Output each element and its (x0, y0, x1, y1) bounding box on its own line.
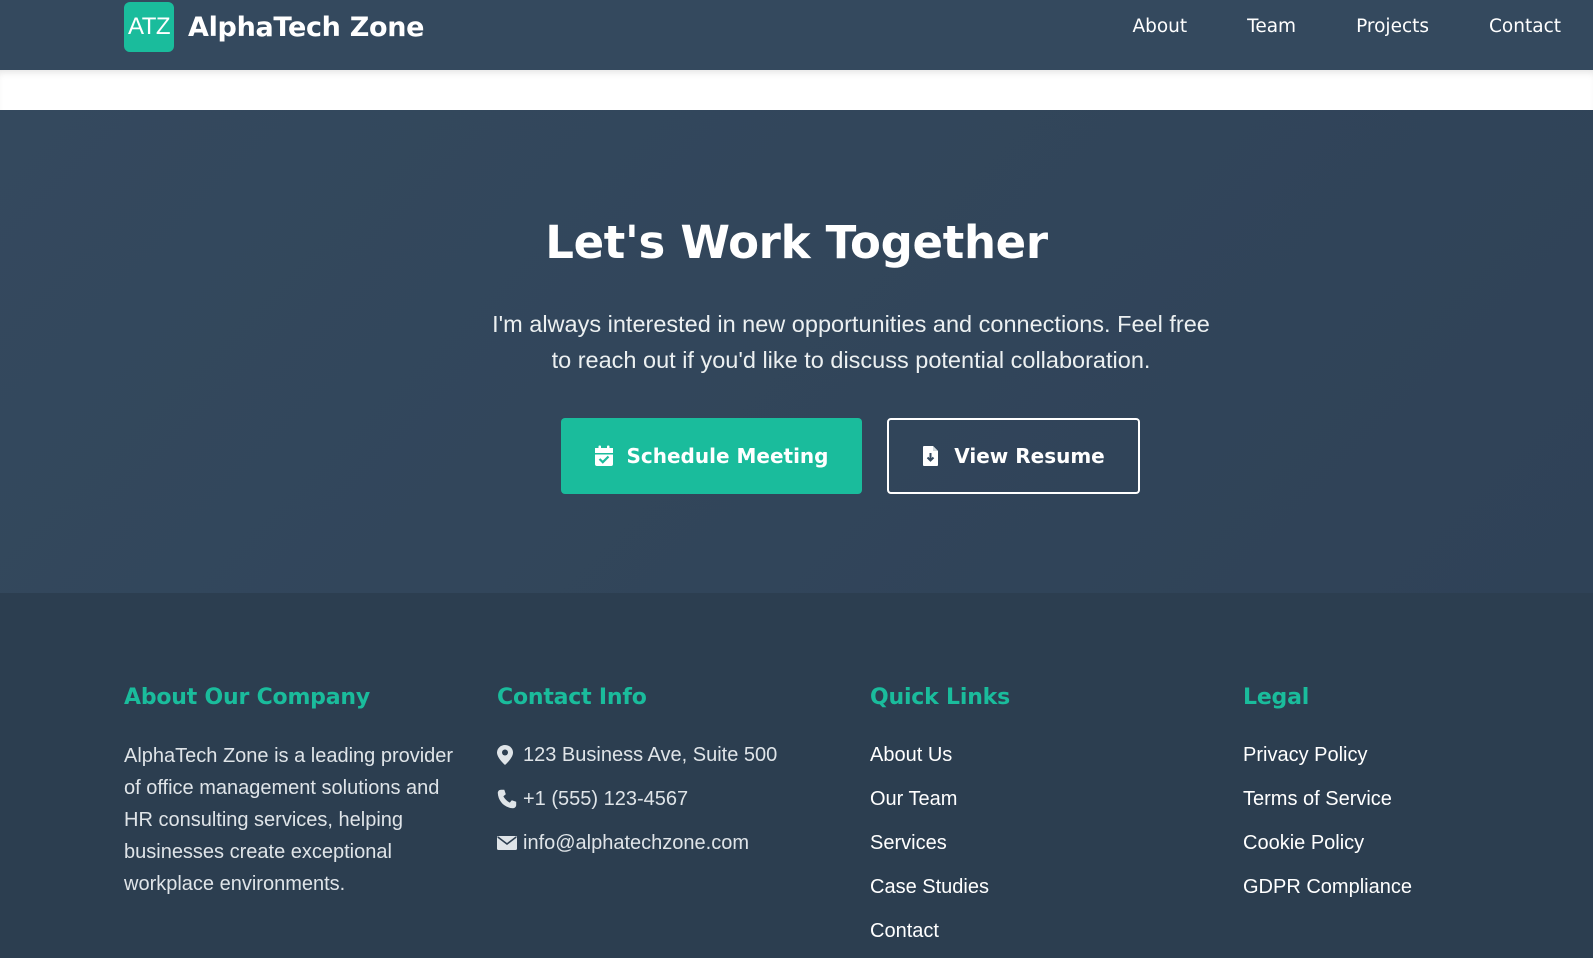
footer-link-terms-of-service[interactable]: Terms of Service (1243, 788, 1392, 811)
list-item: Contact (870, 909, 1210, 953)
footer-quick-links-title: Quick Links (870, 685, 1010, 710)
brand-name: AlphaTech Zone (188, 11, 425, 43)
list-item: GDPR Compliance (1243, 865, 1583, 909)
footer-link-gdpr-compliance[interactable]: GDPR Compliance (1243, 876, 1412, 899)
contact-email-text[interactable]: info@alphatechzone.com (523, 832, 749, 855)
footer-about-column: About Our Company AlphaTech Zone is a le… (124, 685, 464, 900)
contact-address-text: 123 Business Ave, Suite 500 (523, 743, 778, 766)
contact-phone-text: +1 (555) 123-4567 (523, 787, 689, 810)
footer-link-privacy-policy[interactable]: Privacy Policy (1243, 744, 1367, 767)
contact-address: 123 Business Ave, Suite 500 (497, 733, 837, 777)
content-strip (0, 70, 1593, 110)
top-navbar: ATZ AlphaTech Zone About Team Projects C… (0, 0, 1593, 70)
cta-title: Let's Work Together (545, 216, 1048, 269)
footer-link-about-us[interactable]: About Us (870, 744, 952, 767)
logo-badge: ATZ (124, 2, 174, 52)
view-resume-button[interactable]: View Resume (887, 418, 1140, 494)
phone-icon (497, 789, 517, 809)
footer-about-title: About Our Company (124, 685, 370, 710)
cta-text: I'm always interested in new opportuniti… (492, 311, 1210, 373)
footer-legal-title: Legal (1243, 685, 1310, 710)
cta-section: Let's Work Together I'm always intereste… (0, 110, 1593, 593)
footer-link-services[interactable]: Services (870, 832, 947, 855)
list-item: Case Studies (870, 865, 1210, 909)
list-item: Terms of Service (1243, 777, 1583, 821)
footer-link-cookie-policy[interactable]: Cookie Policy (1243, 832, 1364, 855)
map-marker-icon (497, 745, 517, 765)
footer-legal-column: Legal Privacy Policy Terms of Service Co… (1243, 685, 1583, 909)
list-item: Privacy Policy (1243, 733, 1583, 777)
nav-link-about[interactable]: About (1102, 14, 1217, 40)
file-download-icon (922, 445, 942, 467)
nav-link-contact[interactable]: Contact (1459, 14, 1561, 40)
schedule-meeting-button[interactable]: Schedule Meeting (561, 418, 862, 494)
nav-links: About Team Projects Contact (1102, 14, 1561, 40)
footer-contact-column: Contact Info 123 Business Ave, Suite 500 (497, 685, 837, 865)
list-item: About Us (870, 733, 1210, 777)
list-item: Services (870, 821, 1210, 865)
envelope-icon (497, 833, 517, 853)
nav-link-projects[interactable]: Projects (1326, 14, 1459, 40)
footer-link-case-studies[interactable]: Case Studies (870, 876, 989, 899)
list-item: Cookie Policy (1243, 821, 1583, 865)
footer-contact-title: Contact Info (497, 685, 647, 710)
contact-email: info@alphatechzone.com (497, 821, 837, 865)
schedule-meeting-label: Schedule Meeting (626, 444, 829, 468)
nav-link-team[interactable]: Team (1217, 14, 1326, 40)
list-item: Our Team (870, 777, 1210, 821)
footer-quick-links-column: Quick Links About Us Our Team Services C… (870, 685, 1210, 953)
legal-links-list: Privacy Policy Terms of Service Cookie P… (1243, 733, 1583, 909)
view-resume-label: View Resume (954, 444, 1105, 468)
footer-link-contact[interactable]: Contact (870, 920, 939, 943)
site-footer: About Our Company AlphaTech Zone is a le… (0, 593, 1593, 958)
quick-links-list: About Us Our Team Services Case Studies … (870, 733, 1210, 953)
calendar-check-icon (594, 445, 614, 467)
footer-link-our-team[interactable]: Our Team (870, 788, 957, 811)
footer-about-text: AlphaTech Zone is a leading provider of … (124, 745, 454, 895)
contact-phone: +1 (555) 123-4567 (497, 777, 837, 821)
brand-link[interactable]: ATZ AlphaTech Zone (124, 2, 424, 52)
